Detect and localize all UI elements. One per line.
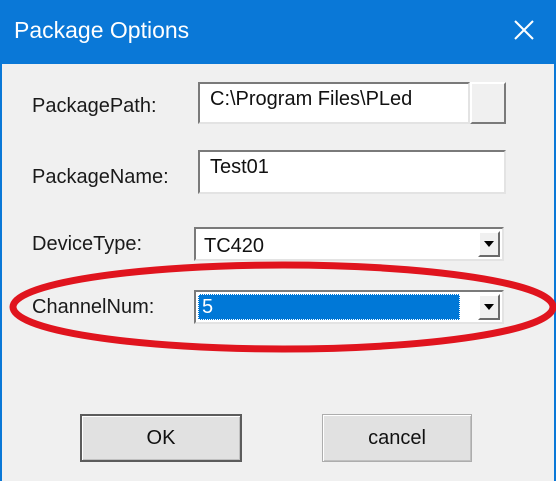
window-title: Package Options <box>14 17 190 43</box>
channel-num-label: ChannelNum: <box>32 296 155 318</box>
package-name-label: PackageName: <box>32 166 169 188</box>
close-icon <box>513 19 535 46</box>
browse-button[interactable] <box>470 82 506 124</box>
device-type-select[interactable]: TC420 <box>194 227 504 261</box>
device-type-value: TC420 <box>204 235 265 257</box>
channel-num-value: 5 <box>198 294 460 320</box>
cancel-button[interactable]: cancel <box>322 414 472 462</box>
title-bar[interactable]: Package Options <box>2 0 554 64</box>
close-button[interactable] <box>502 10 546 54</box>
chevron-down-icon <box>483 235 495 253</box>
package-name-input[interactable]: Test01 <box>198 150 506 194</box>
channel-num-dropdown-button[interactable] <box>478 294 500 320</box>
chevron-down-icon <box>483 298 495 316</box>
channel-num-select[interactable]: 5 <box>194 290 504 324</box>
device-type-dropdown-button[interactable] <box>478 231 500 257</box>
dialog-window: Package Options PackagePath: C:\Program … <box>0 0 556 481</box>
ok-button[interactable]: OK <box>80 414 242 462</box>
package-path-label: PackagePath: <box>32 95 157 117</box>
device-type-label: DeviceType: <box>32 233 143 255</box>
package-path-input[interactable]: C:\Program Files\PLed <box>198 82 470 124</box>
